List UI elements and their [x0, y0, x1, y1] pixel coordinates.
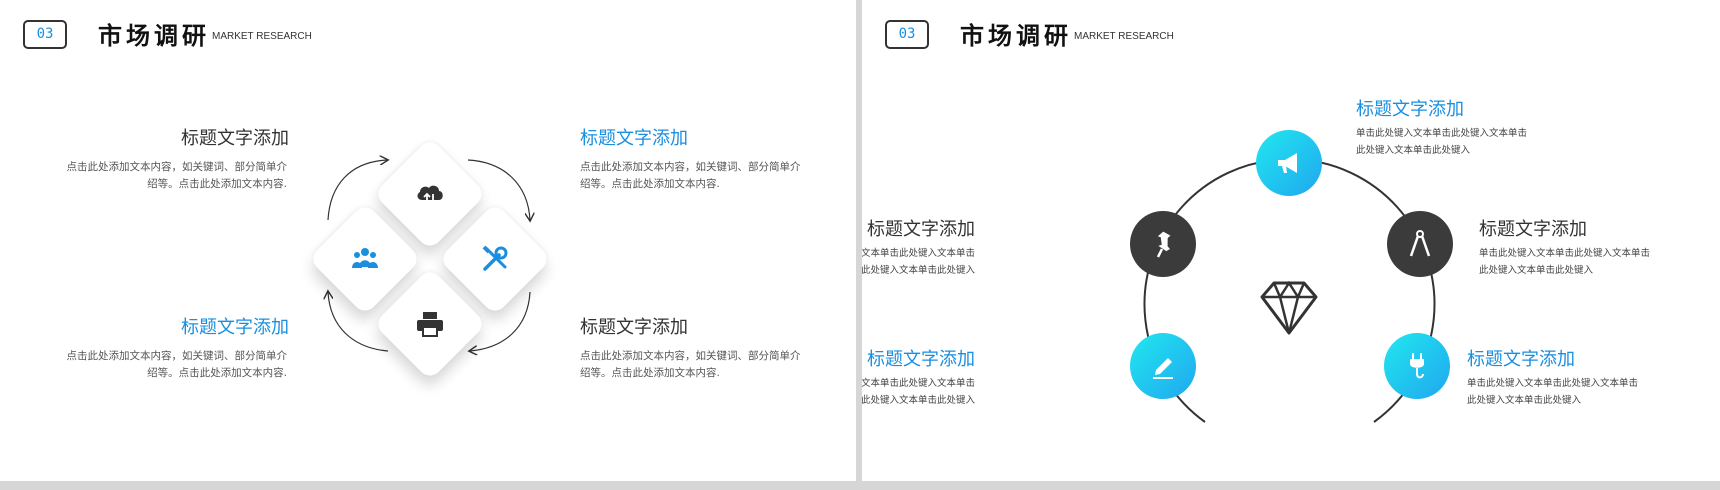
tools-icon — [482, 245, 508, 271]
edit-circle — [1130, 333, 1196, 399]
pushpin-circle — [1130, 211, 1196, 277]
block-body-right-upper: 单击此处键入文本单击此处键入文本单击此处键入文本单击此处键入 — [1479, 248, 1651, 276]
megaphone-icon — [1278, 153, 1297, 173]
cloud-transfer-icon — [417, 185, 443, 206]
page-title: 市场调研 — [98, 22, 210, 50]
block-body-top-left: 点击此处添加文本内容，如关键词、部分简单介绍等。点击此处添加文本内容. — [66, 161, 288, 190]
pushpin-icon — [1156, 231, 1171, 258]
plug-circle — [1384, 333, 1450, 399]
block-title-right-lower: 标题文字添加 — [1467, 349, 1575, 370]
block-title-top-left: 标题文字添加 — [181, 128, 289, 149]
block-title-top: 标题文字添加 — [1356, 99, 1464, 120]
slide-right: 03 市场调研 MARKET RESEARCH 标题文字添加 单击此处键入文本单… — [862, 0, 1720, 481]
printer-icon — [417, 312, 443, 337]
block-body-left-lower: 单击此处键入文本单击此处键入文本单击此处键入文本单击此处键入 — [862, 375, 975, 409]
block-title-bottom-right: 标题文字添加 — [580, 317, 688, 338]
block-title-bottom-left: 标题文字添加 — [181, 317, 289, 338]
team-icon — [352, 248, 378, 268]
block-body-right-lower: 单击此处键入文本单击此处键入文本单击此处键入文本单击此处键入 — [1467, 378, 1639, 406]
block-title-left-lower: 标题文字添加 — [867, 349, 975, 370]
edit-icon — [1153, 358, 1173, 379]
section-number-badge: 03 — [23, 20, 67, 49]
block-title-left-upper: 标题文字添加 — [867, 219, 975, 240]
block-title-top-right: 标题文字添加 — [580, 128, 688, 149]
block-body-top: 单击此处键入文本单击此处键入文本单击此处键入文本单击此处键入 — [1356, 128, 1528, 156]
compass-icon — [1409, 230, 1431, 257]
block-body-top-right: 点击此处添加文本内容，如关键词、部分简单介绍等。点击此处添加文本内容. — [580, 161, 801, 190]
slide-left: 03 市场调研 MARKET RESEARCH 标题文字添加 点击此处添加文本内… — [0, 0, 856, 481]
block-title-right-upper: 标题文字添加 — [1479, 219, 1587, 240]
block-body-left-lower-text: 单击此处键入文本单击此处键入文本单击此处键入文本单击此处键入 — [862, 378, 975, 406]
block-body-bottom-left: 点击此处添加文本内容，如关键词、部分简单介绍等。点击此处添加文本内容. — [66, 350, 288, 379]
compass-circle — [1387, 211, 1453, 277]
block-body-left-upper-text: 单击此处键入文本单击此处键入文本单击此处键入文本单击此处键入 — [862, 248, 975, 276]
megaphone-circle — [1256, 130, 1322, 196]
block-body-left-upper: 单击此处键入文本单击此处键入文本单击此处键入文本单击此处键入 — [862, 245, 975, 279]
diamond-icon — [1260, 280, 1318, 335]
plug-icon — [1410, 353, 1424, 379]
page-subtitle: MARKET RESEARCH — [212, 31, 312, 42]
block-body-bottom-right: 点击此处添加文本内容，如关键词、部分简单介绍等。点击此处添加文本内容. — [580, 350, 801, 379]
